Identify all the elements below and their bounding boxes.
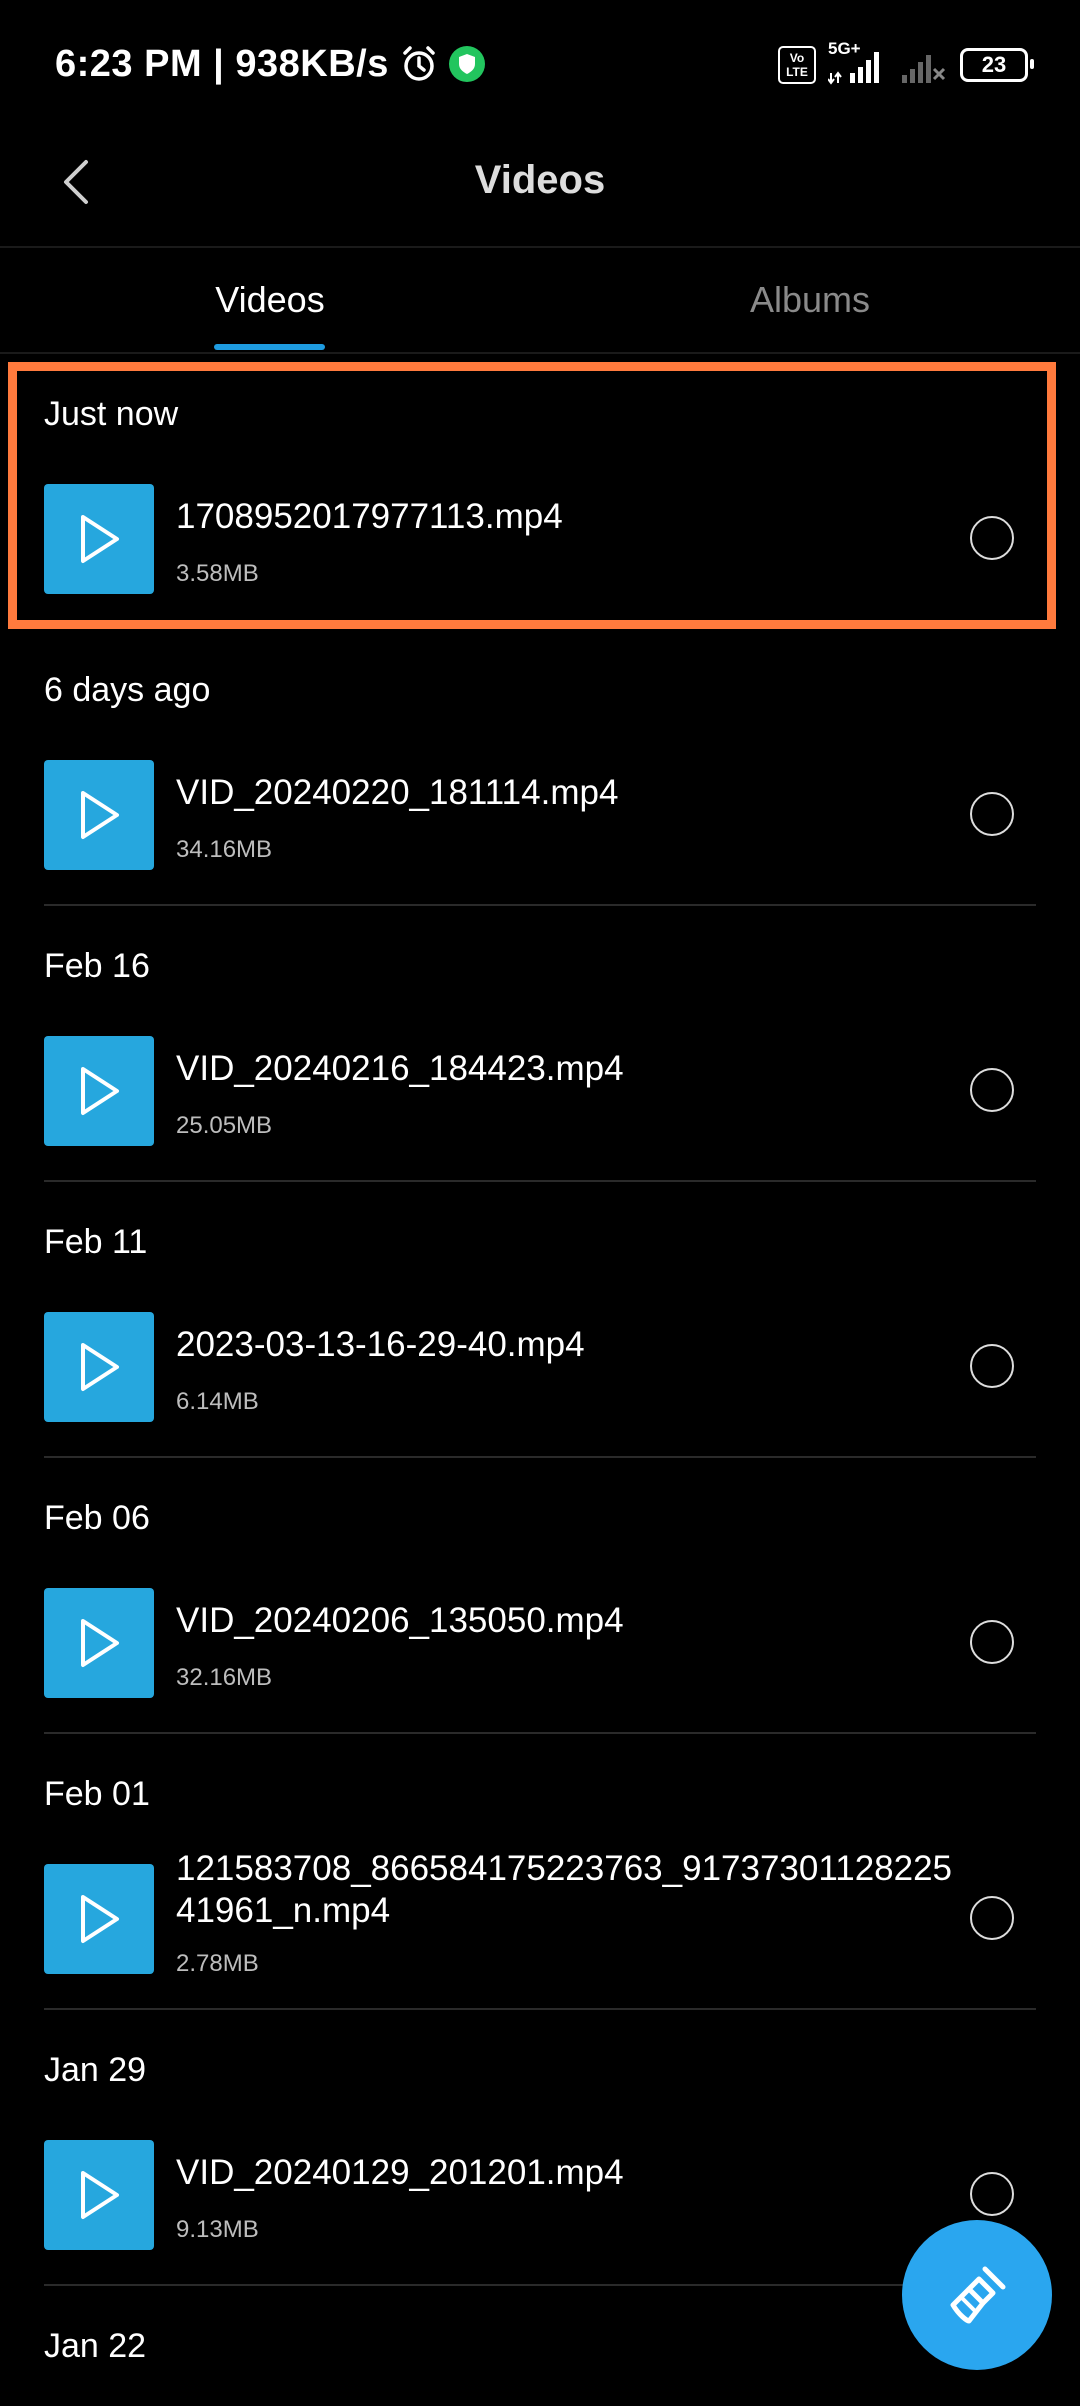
row-divider: [44, 2284, 1036, 2286]
video-filename: 2023-03-13-16-29-40.mp4: [176, 1325, 585, 1364]
group-header: Just now: [44, 394, 179, 433]
video-filesize: 9.13MB: [176, 2216, 259, 2243]
play-icon: [81, 2171, 119, 2219]
video-filesize: 32.16MB: [176, 1664, 273, 1691]
group-header: Feb 16: [44, 946, 150, 985]
volte-lte: LTE: [786, 65, 808, 79]
alarm-icon: [403, 46, 435, 81]
group-header: 6 days ago: [44, 670, 211, 709]
status-right: Vo LTE 5G+ 23: [778, 39, 1034, 90]
group-header: Feb 06: [44, 1498, 150, 1537]
signal-5g-icon: 5G+: [828, 39, 886, 87]
video-filename: VID_20240129_201201.mp4: [176, 2153, 624, 2192]
video-filesize: 25.05MB: [176, 1112, 273, 1139]
video-filesize: 6.14MB: [176, 1388, 259, 1415]
video-list: Just now 1708952017977113.mp4 3.58MB 6 d…: [0, 354, 1080, 2406]
video-filesize: 2.78MB: [176, 1950, 259, 1977]
video-item[interactable]: VID_20240206_135050.mp4 32.16MB: [0, 1578, 1080, 1734]
status-time: 6:23 PM | 938KB/s: [55, 42, 389, 85]
group-header: Jan 29: [44, 2050, 147, 2089]
signal-sim2-icon: [902, 55, 946, 83]
select-radio[interactable]: [970, 1344, 1014, 1388]
video-filename: 1708952017977113.mp4: [176, 497, 563, 536]
video-thumbnail[interactable]: [44, 1312, 154, 1422]
video-filesize: 34.16MB: [176, 836, 273, 863]
tab-bar: Videos Albums: [0, 248, 1080, 352]
play-icon: [81, 1619, 119, 1667]
tab-albums[interactable]: Albums: [540, 248, 1080, 352]
play-icon: [81, 1343, 119, 1391]
video-filesize: 3.58MB: [176, 560, 259, 587]
video-item[interactable]: VID_20240216_184423.mp4 25.05MB: [0, 1026, 1080, 1182]
video-filename: VID_20240216_184423.mp4: [176, 1049, 624, 1088]
network-speed: 938KB/s: [235, 42, 389, 85]
video-item[interactable]: 2023-03-13-16-29-40.mp4 6.14MB: [0, 1302, 1080, 1458]
tab-indicator: [214, 344, 325, 350]
video-filename: VID_20240220_181114.mp4: [176, 773, 619, 812]
video-thumbnail[interactable]: [44, 2140, 154, 2250]
status-left: 6:23 PM | 938KB/s: [55, 36, 485, 92]
status-bar: 6:23 PM | 938KB/s Vo LTE 5G+ 23: [0, 0, 1080, 128]
select-radio[interactable]: [970, 792, 1014, 836]
select-radio[interactable]: [970, 2172, 1014, 2216]
volte-vo: Vo: [789, 51, 805, 65]
play-icon: [81, 791, 119, 839]
row-divider: [44, 904, 1036, 906]
video-thumbnail[interactable]: [44, 1588, 154, 1698]
volte-icon: Vo LTE: [778, 46, 816, 84]
play-icon: [81, 1067, 119, 1115]
tab-videos[interactable]: Videos: [0, 248, 540, 352]
clock-text: 6:23 PM: [55, 42, 203, 85]
row-divider: [44, 1732, 1036, 1734]
battery-level: 23: [981, 52, 1007, 77]
video-item[interactable]: 121583708_866584175223763_91737301128225…: [0, 1849, 1080, 2010]
select-radio[interactable]: [970, 1896, 1014, 1940]
video-item[interactable]: VID_20240220_181114.mp4 34.16MB: [0, 750, 1080, 906]
video-thumbnail[interactable]: [44, 1864, 154, 1974]
play-icon: [81, 1895, 119, 1943]
row-divider: [44, 1180, 1036, 1182]
group-header: Feb 11: [44, 1222, 148, 1261]
video-thumbnail[interactable]: [44, 484, 154, 594]
app-header: Videos: [0, 128, 1080, 246]
row-divider: [44, 1456, 1036, 1458]
video-filename: VID_20240206_135050.mp4: [176, 1601, 624, 1640]
broom-icon: [950, 2266, 1006, 2324]
group-header: Feb 01: [44, 1774, 150, 1813]
play-icon: [81, 515, 119, 563]
select-radio[interactable]: [970, 516, 1014, 560]
select-radio[interactable]: [970, 1620, 1014, 1664]
page-title: Videos: [474, 158, 606, 202]
video-thumbnail[interactable]: [44, 760, 154, 870]
video-thumbnail[interactable]: [44, 1036, 154, 1146]
clean-up-button[interactable]: [902, 2220, 1052, 2370]
video-filename: 121583708_866584175223763_91737301128225…: [176, 1849, 953, 1930]
battery-icon: 23: [960, 48, 1034, 82]
video-item[interactable]: 1708952017977113.mp4 3.58MB: [0, 474, 1080, 630]
row-divider: [44, 2008, 1036, 2010]
security-shield-icon: [448, 46, 485, 82]
select-radio[interactable]: [970, 1068, 1014, 1112]
